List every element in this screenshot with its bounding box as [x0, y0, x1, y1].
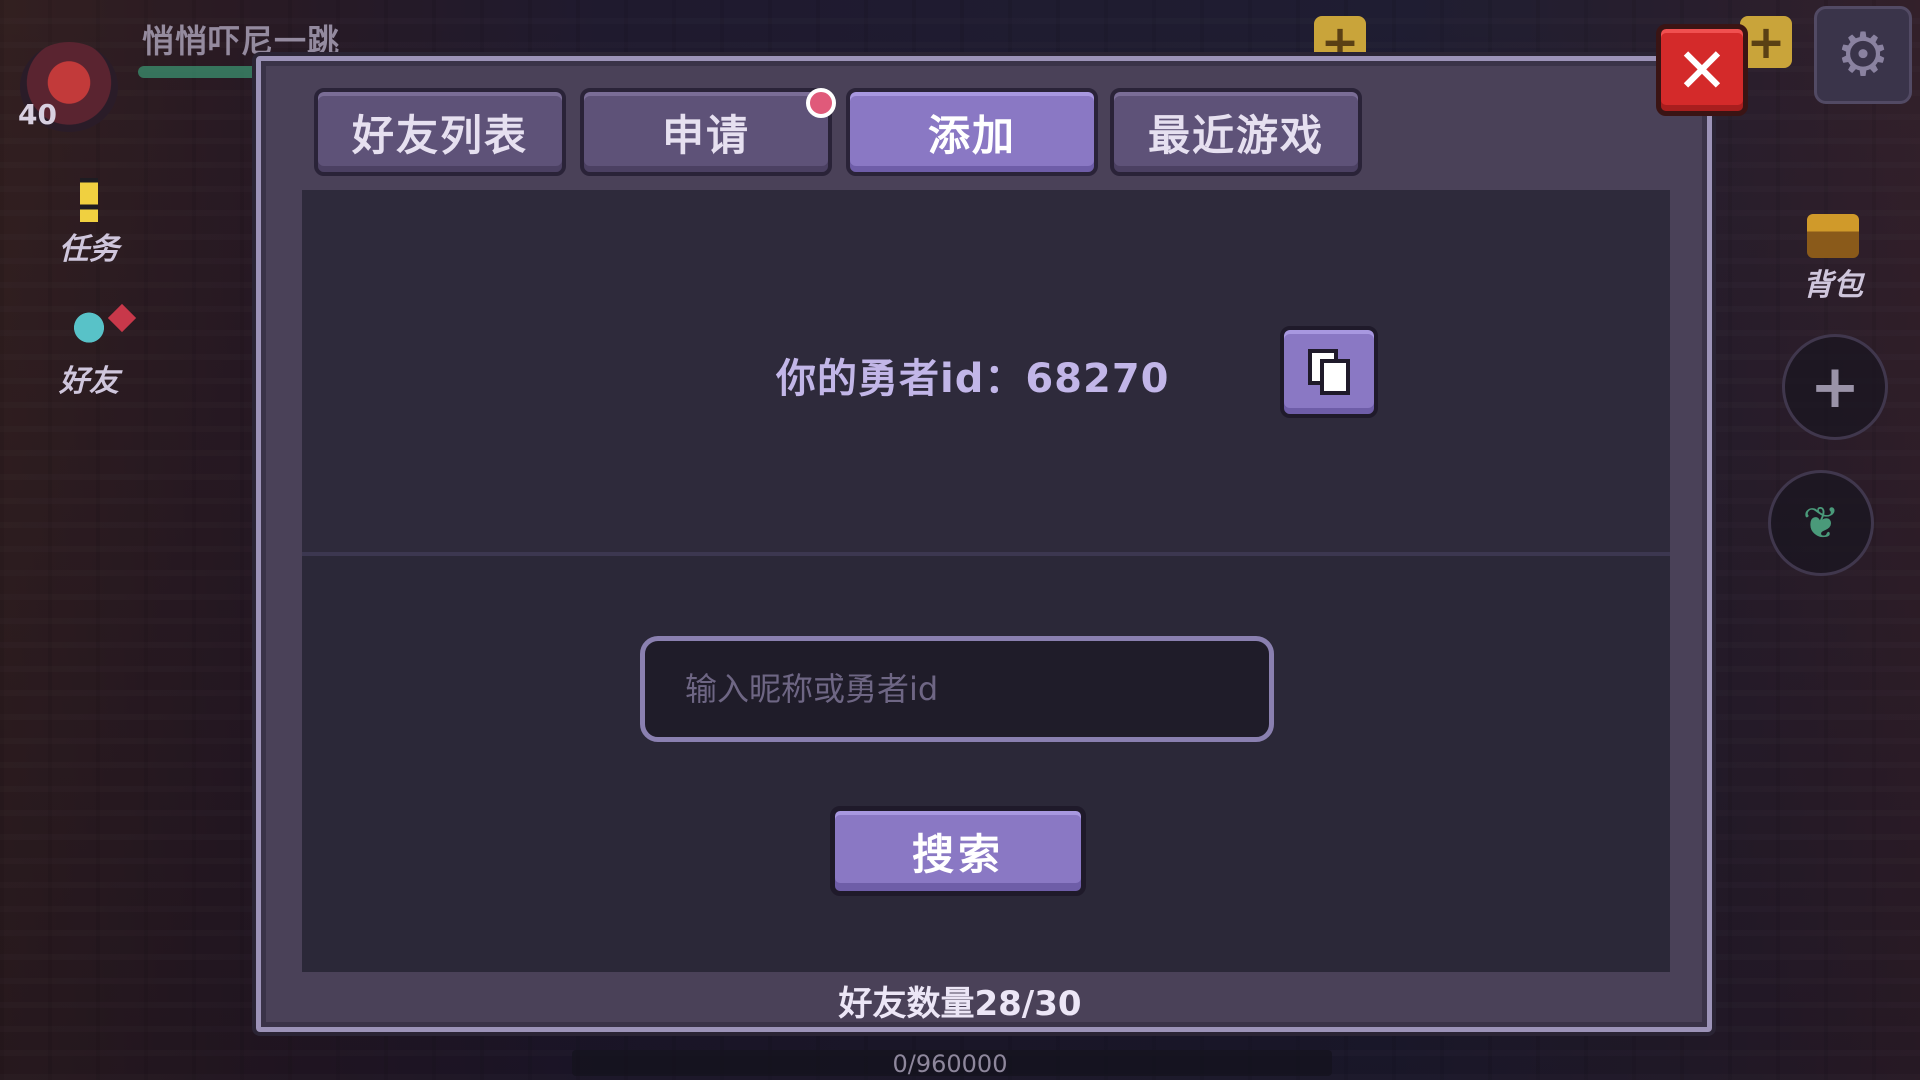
hero-id-text: 你的勇者id：68270 — [776, 356, 1170, 402]
quest-label: 任务 — [59, 232, 119, 267]
tab-add[interactable]: 添加 — [846, 88, 1098, 176]
copy-id-button[interactable] — [1280, 326, 1378, 418]
settings-button[interactable]: ⚙ — [1814, 6, 1912, 104]
tab-label: 好友列表 — [351, 110, 528, 160]
search-button-label: 搜索 — [911, 829, 1004, 879]
friend-count: 好友数量28/30 — [838, 984, 1082, 1024]
player-hp-bar — [138, 66, 258, 78]
quest-button[interactable]: 任务 — [46, 178, 132, 268]
search-input[interactable] — [640, 636, 1274, 742]
tab-label: 申请 — [661, 110, 750, 160]
add-round-button[interactable]: + — [1782, 334, 1888, 440]
bag-label: 背包 — [1803, 268, 1863, 303]
tab-recent-games[interactable]: 最近游戏 — [1110, 88, 1362, 176]
friends-label: 好友 — [59, 364, 119, 399]
friend-icon — [63, 310, 115, 354]
wing-skill-button[interactable]: ❦ — [1768, 470, 1874, 576]
exp-text: 0/960000 — [892, 1050, 1008, 1078]
close-button[interactable]: ✕ — [1656, 24, 1748, 116]
exclamation-icon — [80, 178, 98, 222]
plus-icon: + — [1809, 352, 1861, 422]
copy-icon — [1308, 349, 1350, 395]
tab-label: 最近游戏 — [1147, 110, 1324, 160]
bag-button[interactable]: 背包 — [1790, 214, 1876, 304]
requests-notification-dot — [806, 88, 836, 118]
player-level: 40 — [18, 98, 57, 131]
plus-icon: + — [1746, 15, 1786, 69]
tab-label: 添加 — [927, 110, 1016, 160]
wing-icon: ❦ — [1802, 497, 1840, 549]
tab-requests[interactable]: 申请 — [580, 88, 832, 176]
search-button[interactable]: 搜索 — [830, 806, 1086, 896]
treasure-chest-icon — [1807, 214, 1859, 258]
tab-friend-list[interactable]: 好友列表 — [314, 88, 566, 176]
gear-icon: ⚙ — [1836, 20, 1890, 90]
close-icon: ✕ — [1676, 33, 1728, 107]
